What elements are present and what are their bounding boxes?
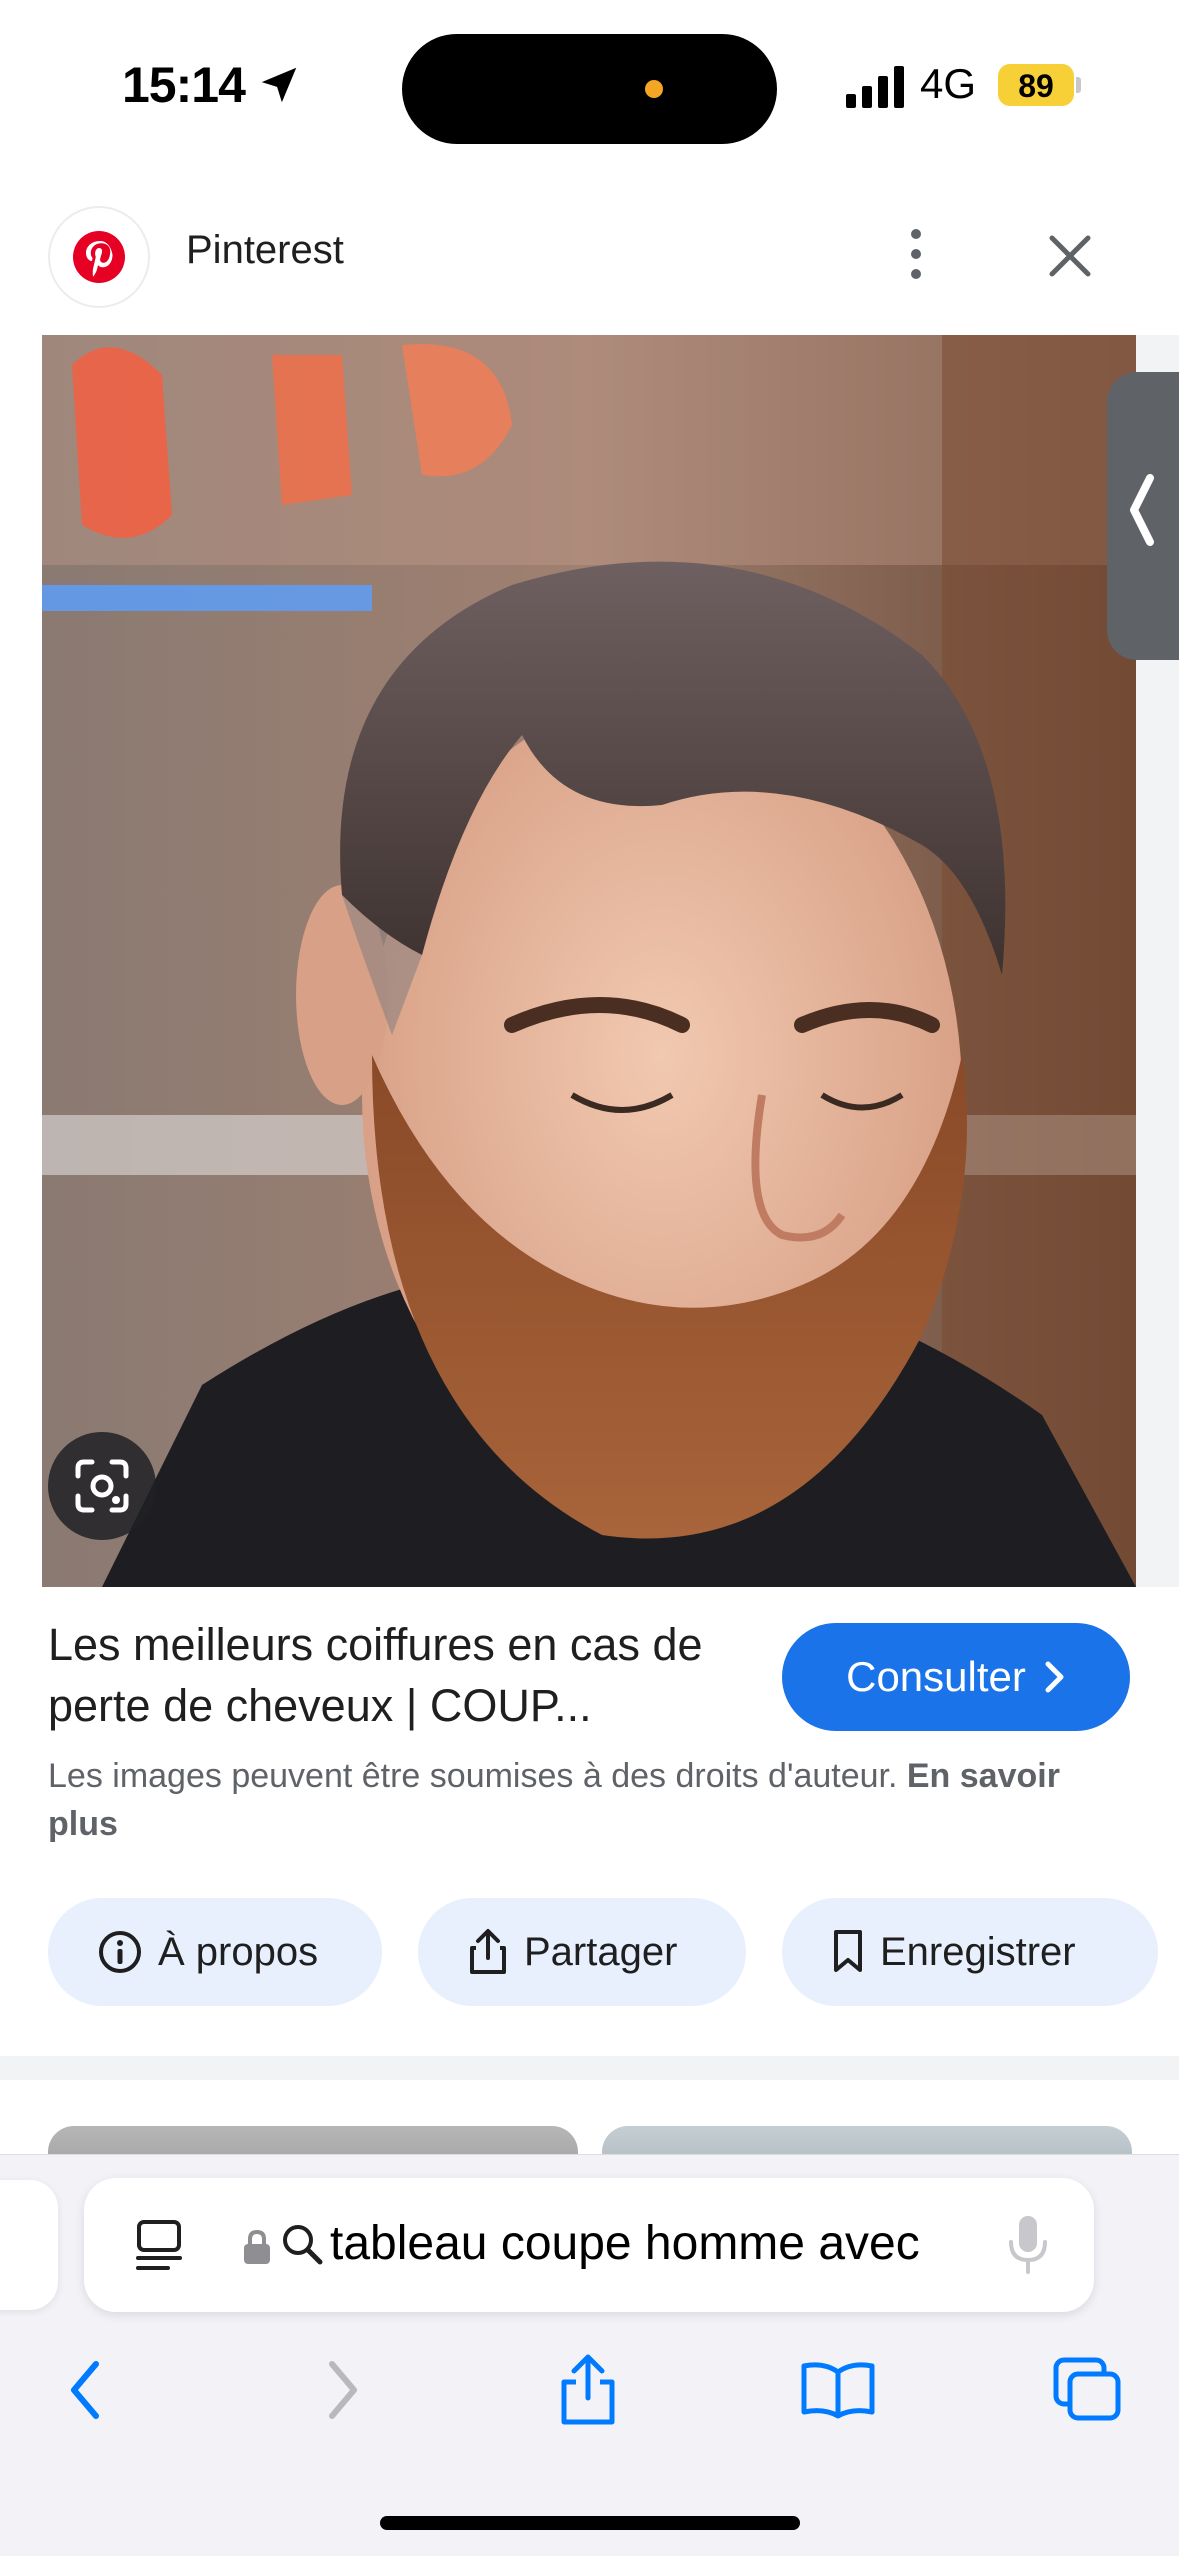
page-menu-icon[interactable]: [134, 2218, 184, 2274]
portrait-photo: [42, 335, 1136, 1587]
share-chip-label: Partager: [524, 1929, 678, 1974]
chevron-right-icon: [1045, 1661, 1064, 1693]
more-options-icon[interactable]: [896, 222, 936, 286]
status-bar: 15:14 4G 89: [0, 0, 1179, 176]
search-query-text[interactable]: tableau coupe homme avec: [330, 2216, 960, 2271]
pinterest-p-icon: [73, 231, 125, 283]
forward-button[interactable]: [302, 2350, 382, 2430]
battery-indicator: 89: [998, 64, 1074, 106]
save-chip-label: Enregistrer: [880, 1929, 1076, 1974]
source-name[interactable]: Pinterest: [186, 228, 344, 273]
battery-tip: [1076, 77, 1081, 93]
search-icon: [283, 2225, 323, 2265]
visit-button-label: Consulter: [846, 1653, 1026, 1700]
chevron-left-icon: [71, 2361, 99, 2419]
source-header: Pinterest: [0, 190, 1179, 320]
result-image[interactable]: [42, 335, 1136, 1587]
share-icon: [470, 1929, 506, 1974]
network-type: 4G: [920, 60, 977, 107]
share-button[interactable]: [548, 2350, 628, 2430]
save-chip[interactable]: Enregistrer: [782, 1898, 1158, 2006]
previous-tab-peek[interactable]: [0, 2180, 58, 2310]
share-chip[interactable]: Partager: [418, 1898, 746, 2006]
copyright-text: Les images peuvent être soumises à des d…: [48, 1757, 898, 1795]
about-chip[interactable]: À propos: [48, 1898, 382, 2006]
chevron-right-icon: [329, 2361, 357, 2419]
location-arrow-icon: [261, 67, 297, 103]
book-icon: [801, 2362, 875, 2419]
lock-icon: [244, 2229, 270, 2264]
about-chip-label: À propos: [158, 1929, 319, 1974]
copyright-notice: Les images peuvent être soumises à des d…: [48, 1752, 1138, 1848]
dynamic-island: [402, 34, 777, 144]
status-time: 15:14: [122, 57, 246, 113]
close-icon[interactable]: [1040, 226, 1100, 286]
result-title[interactable]: Les meilleurs coiffures en cas de perte …: [48, 1614, 748, 1736]
info-icon: [99, 1931, 141, 1973]
home-indicator[interactable]: [380, 2516, 800, 2530]
bookmark-icon: [834, 1930, 862, 1972]
google-lens-button[interactable]: [48, 1432, 156, 1540]
tabs-button[interactable]: [1048, 2350, 1128, 2430]
section-divider: [0, 2056, 1179, 2080]
bookmarks-button[interactable]: [798, 2350, 878, 2430]
tabs-icon: [1053, 2357, 1121, 2421]
visit-button[interactable]: Consulter: [782, 1623, 1130, 1731]
share-icon: [561, 2354, 615, 2425]
pinterest-logo-icon[interactable]: [48, 206, 150, 308]
lens-icon: [75, 1459, 129, 1513]
privacy-indicator: [645, 80, 663, 98]
microphone-icon[interactable]: [1006, 2214, 1050, 2276]
cellular-signal-icon: [846, 66, 904, 108]
back-button[interactable]: [46, 2350, 126, 2430]
battery-level: 89: [1018, 68, 1054, 104]
chevron-left-icon: [1130, 474, 1154, 546]
